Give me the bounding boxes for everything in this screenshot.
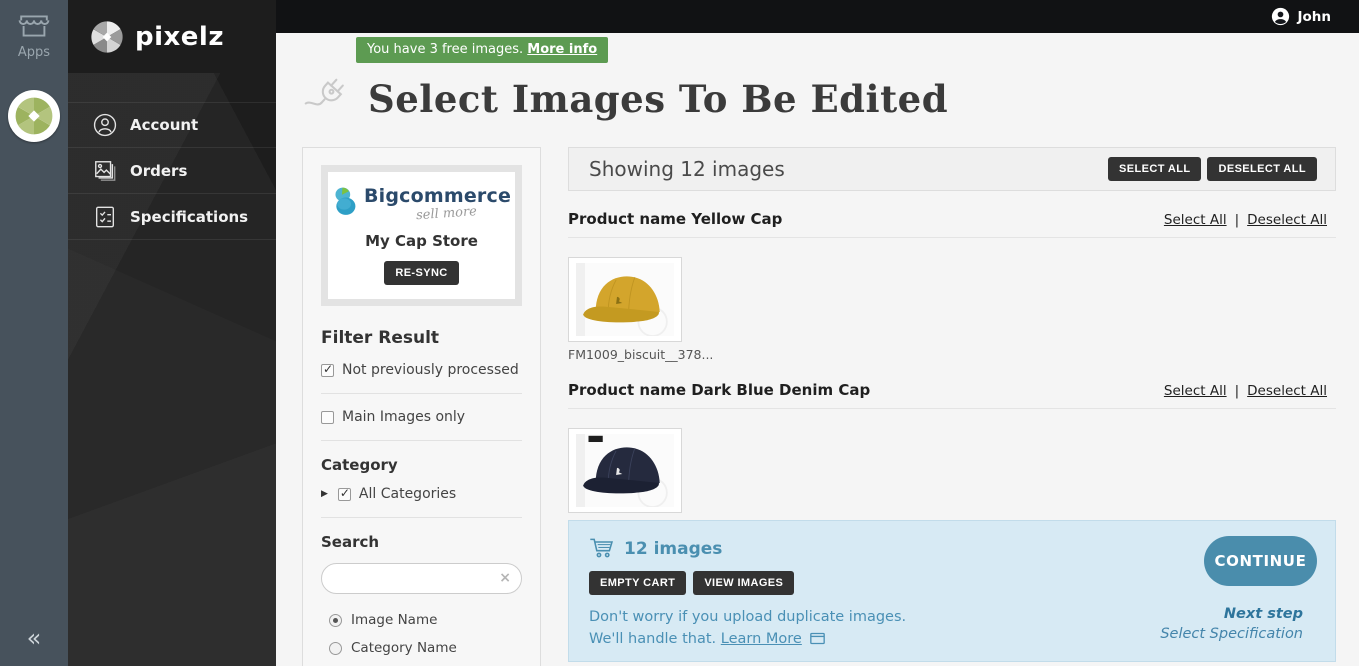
brand-name: pixelz bbox=[135, 21, 224, 52]
app-rail: Apps « bbox=[0, 0, 68, 666]
sidebar: pixelz Account Orders Specifications bbox=[68, 0, 276, 666]
checkbox-label: All Categories bbox=[358, 486, 457, 502]
group-deselect-all-link[interactable]: Deselect All bbox=[1247, 212, 1327, 228]
filter-main-images-only[interactable]: Main Images only bbox=[321, 409, 522, 425]
radio[interactable] bbox=[329, 613, 342, 627]
main-content: You have 3 free images. More info Select… bbox=[276, 33, 1359, 666]
photos-icon bbox=[93, 159, 117, 183]
aperture-icon bbox=[90, 20, 124, 54]
filter-result-heading: Filter Result bbox=[321, 328, 440, 348]
apps-label: Apps bbox=[17, 45, 51, 60]
continue-button[interactable]: CONTINUE bbox=[1204, 536, 1317, 586]
pixelz-logo[interactable]: pixelz bbox=[68, 0, 276, 73]
yellow-cap-photo bbox=[576, 263, 674, 336]
next-step-label: Next step bbox=[1223, 606, 1303, 622]
store-icon bbox=[16, 10, 52, 42]
sidebar-item-specifications[interactable]: Specifications bbox=[68, 194, 276, 240]
sidebar-item-label: Account bbox=[130, 116, 199, 134]
radio-label: Category Name bbox=[351, 640, 457, 656]
image-thumbnail-dark-blue-cap[interactable] bbox=[568, 428, 682, 513]
expand-caret-icon[interactable]: ▶ bbox=[321, 489, 328, 499]
note-line1: Don't worry if you upload duplicate imag… bbox=[589, 609, 907, 625]
checkbox-label: Not previously processed bbox=[342, 362, 519, 378]
sidebar-menu: Account Orders Specifications bbox=[68, 102, 276, 240]
checkbox[interactable] bbox=[321, 410, 334, 424]
thumbnail-card[interactable] bbox=[568, 428, 682, 513]
filter-panel: Bigcommerce sell more My Cap Store RE-SY… bbox=[302, 147, 541, 666]
divider bbox=[568, 408, 1336, 409]
resync-button[interactable]: RE-SYNC bbox=[384, 261, 459, 285]
search-input[interactable] bbox=[321, 563, 522, 594]
free-images-banner: You have 3 free images. More info bbox=[356, 37, 609, 63]
next-step-value: Select Specification bbox=[1160, 625, 1303, 642]
view-images-button[interactable]: VIEW IMAGES bbox=[693, 571, 795, 595]
results-summary: Showing 12 images bbox=[589, 157, 785, 181]
store-widget: Bigcommerce sell more My Cap Store RE-SY… bbox=[321, 165, 522, 306]
collapse-sidebar-button[interactable]: « bbox=[0, 624, 68, 652]
empty-cart-button[interactable]: EMPTY CART bbox=[589, 571, 687, 595]
clear-search-icon[interactable]: × bbox=[499, 570, 511, 586]
divider bbox=[321, 393, 522, 394]
search-heading: Search bbox=[321, 533, 380, 551]
radio-label: Image Name bbox=[351, 612, 438, 628]
note-line2: We'll handle that. bbox=[589, 631, 717, 648]
divider bbox=[568, 237, 1336, 238]
divider bbox=[321, 440, 522, 441]
cart-count: 12 images bbox=[624, 538, 723, 559]
next-step-info: Next step Select Specification bbox=[1160, 605, 1303, 644]
checkbox[interactable] bbox=[321, 362, 334, 377]
sidebar-item-label: Orders bbox=[130, 161, 188, 180]
top-bar: John bbox=[276, 0, 1359, 33]
learn-more-link[interactable]: Learn More bbox=[721, 631, 802, 647]
product-group-dark-blue-denim-cap: Product name Dark Blue Denim Cap Select … bbox=[568, 381, 1336, 513]
account-icon bbox=[93, 113, 117, 137]
sidebar-item-label: Specifications bbox=[130, 207, 249, 226]
search-by-category-name[interactable]: Category Name bbox=[329, 640, 522, 656]
results-header: Showing 12 images SELECT ALL DESELECT AL… bbox=[568, 147, 1336, 191]
sidebar-item-account[interactable]: Account bbox=[68, 102, 276, 148]
dark-cap-photo bbox=[576, 434, 674, 507]
divider bbox=[321, 517, 522, 518]
link-separator: | bbox=[1234, 212, 1240, 228]
user-avatar-icon bbox=[1271, 7, 1290, 26]
group-select-all-link[interactable]: Select All bbox=[1164, 383, 1227, 399]
user-menu[interactable]: John bbox=[1297, 9, 1331, 25]
popup-window-icon bbox=[809, 631, 826, 646]
plug-icon bbox=[302, 73, 354, 125]
page-title: Select Images To Be Edited bbox=[368, 77, 949, 121]
checkbox[interactable] bbox=[337, 486, 351, 501]
link-separator: | bbox=[1234, 383, 1240, 399]
category-heading: Category bbox=[321, 456, 398, 474]
cart-bar: 12 images EMPTY CART VIEW IMAGES Don't w… bbox=[568, 520, 1336, 662]
checkbox-label: Main Images only bbox=[342, 409, 466, 425]
checklist-icon bbox=[93, 205, 117, 229]
thumbnail-card[interactable] bbox=[568, 257, 682, 342]
image-filename: FM1009_biscuit__378... bbox=[568, 347, 714, 362]
store-name: My Cap Store bbox=[365, 232, 478, 250]
product-group-title: Product name Yellow Cap bbox=[568, 210, 783, 228]
more-info-link[interactable]: More info bbox=[527, 42, 597, 57]
bigcommerce-logo-icon bbox=[332, 185, 358, 217]
apps-button[interactable]: Apps bbox=[0, 10, 68, 60]
select-all-button[interactable]: SELECT ALL bbox=[1108, 157, 1202, 181]
deselect-all-button[interactable]: DESELECT ALL bbox=[1207, 157, 1317, 181]
radio[interactable] bbox=[329, 641, 342, 655]
banner-text: You have 3 free images. bbox=[367, 42, 524, 57]
group-deselect-all-link[interactable]: Deselect All bbox=[1247, 383, 1327, 399]
product-group-yellow-cap: Product name Yellow Cap Select All | Desel… bbox=[568, 210, 1336, 362]
page-header: Select Images To Be Edited bbox=[302, 73, 1359, 125]
results-panel: Showing 12 images SELECT ALL DESELECT AL… bbox=[568, 147, 1336, 513]
search-by-image-name[interactable]: Image Name bbox=[329, 612, 522, 628]
pixelz-app-icon[interactable] bbox=[8, 90, 60, 142]
filter-not-previously-processed[interactable]: Not previously processed bbox=[321, 362, 522, 378]
cart-icon bbox=[589, 537, 615, 560]
group-select-all-link[interactable]: Select All bbox=[1164, 212, 1227, 228]
image-thumbnail-yellow-cap[interactable]: FM1009_biscuit__378... bbox=[568, 257, 714, 362]
product-group-title: Product name Dark Blue Denim Cap bbox=[568, 381, 871, 399]
sidebar-item-orders[interactable]: Orders bbox=[68, 148, 276, 194]
filter-all-categories[interactable]: ▶ All Categories bbox=[321, 486, 522, 503]
